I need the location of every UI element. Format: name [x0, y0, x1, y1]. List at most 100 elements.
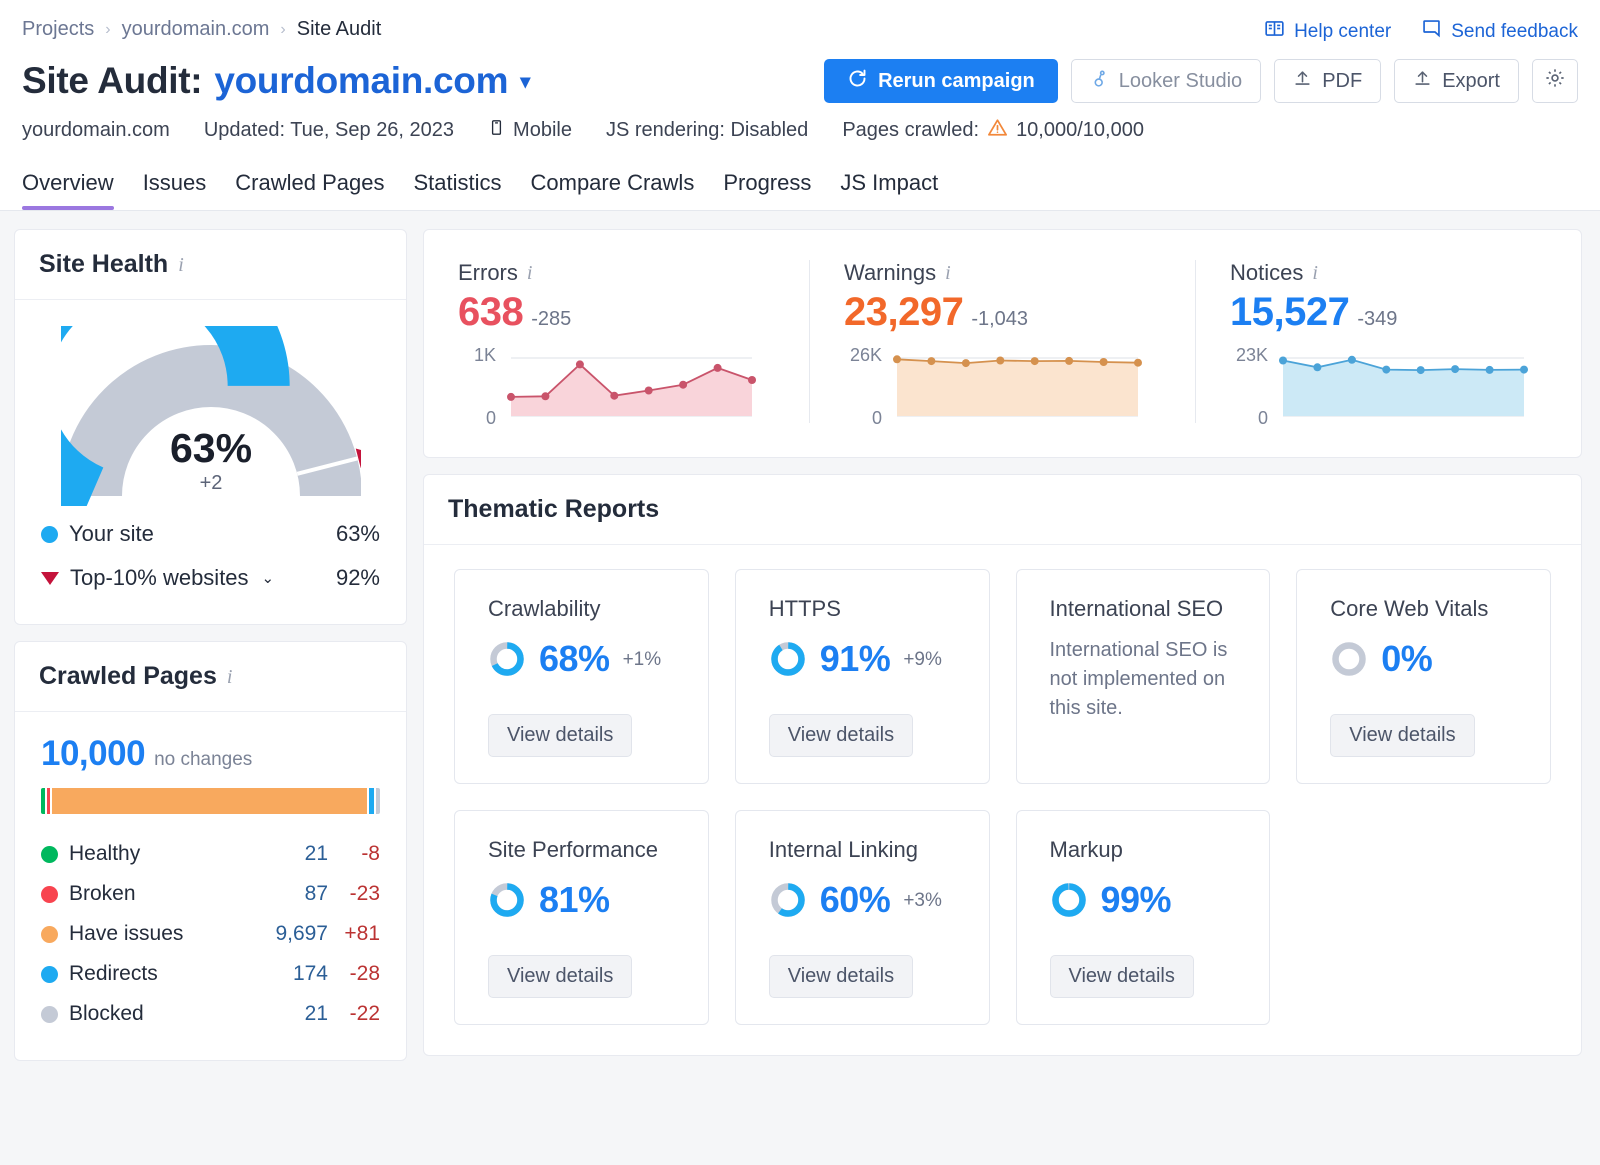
issue-stats-card: Errors i 638 -285 1K 0 Warnings i 23,297 -1,04…	[423, 229, 1582, 458]
crawled-pages-row-delta: +81	[344, 922, 380, 945]
tab-statistics[interactable]: Statistics	[413, 162, 501, 210]
help-center-link[interactable]: Help center	[1264, 18, 1391, 45]
crawled-pages-row[interactable]: Broken 87 -23	[41, 874, 380, 914]
donut-progress-icon	[1332, 642, 1366, 676]
site-health-legend-value: 92%	[335, 565, 380, 590]
stat-value: 15,527	[1230, 290, 1350, 334]
view-details-button[interactable]: View details	[768, 714, 914, 757]
distribution-segment-broken[interactable]	[46, 788, 51, 814]
sparkline-y-axis: 1K 0	[458, 345, 504, 428]
thematic-card-score: 81%	[488, 879, 675, 921]
svg-text:63%: 63%	[169, 425, 251, 471]
thematic-card-score: 60% +3%	[769, 879, 956, 921]
info-icon[interactable]: i	[227, 667, 233, 687]
distribution-segment-redirects[interactable]	[368, 788, 375, 814]
view-details-button[interactable]: View details	[488, 955, 633, 998]
rerun-campaign-button[interactable]: Rerun campaign	[824, 59, 1058, 103]
meta-pages-crawled-label: Pages crawled:	[842, 119, 980, 141]
site-health-card: Site Health i 63% +2 Your site 63% Top-1…	[14, 229, 407, 625]
legend-dot-icon	[41, 1005, 58, 1023]
crawled-pages-row[interactable]: Redirects 174 -28	[41, 954, 380, 994]
page-title-domain[interactable]: yourdomain.com	[214, 60, 508, 102]
main-content: Site Health i 63% +2 Your site 63% Top-1…	[0, 211, 1600, 1061]
stat-delta: -285	[531, 308, 572, 330]
tab-crawled-pages[interactable]: Crawled Pages	[235, 162, 384, 210]
donut-progress-icon	[771, 883, 805, 917]
looker-studio-icon	[1090, 68, 1109, 95]
thematic-card-title: Markup	[1049, 837, 1123, 862]
sparkline-svg	[507, 357, 756, 417]
distribution-segment-have-issues[interactable]	[52, 788, 367, 814]
gauge-svg: 63% +2	[60, 326, 361, 506]
mobile-icon	[488, 117, 505, 144]
pdf-button[interactable]: PDF	[1274, 59, 1382, 103]
crawled-pages-row[interactable]: Have issues 9,697 +81	[41, 914, 380, 954]
site-audit-page: Projects › yourdomain.com › Site Audit Help …	[0, 0, 1600, 1165]
sparkline-y-min: 0	[485, 408, 496, 428]
thematic-card-title: Core Web Vitals	[1330, 596, 1489, 621]
info-icon[interactable]: i	[527, 263, 533, 283]
chevron-down-icon[interactable]: ▾	[520, 69, 530, 94]
chevron-down-icon[interactable]: ⌄	[262, 569, 275, 587]
thematic-card-title: HTTPS	[768, 596, 841, 621]
export-label: Export	[1442, 69, 1500, 92]
settings-button[interactable]	[1532, 59, 1578, 103]
thematic-card-delta: +1%	[622, 649, 662, 670]
thematic-reports-card: Thematic Reports Crawlability 68% +1% View…	[423, 474, 1582, 1056]
thematic-card-crawlability: Crawlability 68% +1% View details	[454, 569, 709, 784]
site-health-legend: Your site 63% Top-10% websites ⌄ 92%	[15, 512, 406, 624]
meta-device: Mobile	[488, 117, 572, 144]
view-details-button[interactable]: View details	[1330, 714, 1475, 757]
legend-dot-icon	[41, 885, 58, 903]
tab-js-impact[interactable]: JS Impact	[840, 162, 938, 210]
view-details-button[interactable]: View details	[488, 714, 633, 757]
tab-bar: Overview Issues Crawled Pages Statistics Com…	[0, 162, 1600, 211]
breadcrumb-item-yourdomain-com[interactable]: yourdomain.com	[122, 18, 270, 41]
stat-sparkline: 1K 0	[458, 345, 775, 428]
thematic-card-percent: 99%	[1100, 879, 1172, 920]
thematic-card-title: Crawlability	[488, 596, 601, 621]
thematic-reports-title: Thematic Reports	[448, 495, 660, 523]
thematic-card-percent: 81%	[539, 879, 610, 920]
tab-compare-crawls[interactable]: Compare Crawls	[531, 162, 695, 210]
view-details-button[interactable]: View details	[1049, 955, 1194, 998]
crawled-pages-row-value: 87	[304, 882, 328, 905]
crawled-pages-row-value: 21	[304, 842, 328, 865]
stat-sparkline: 23K 0	[1230, 345, 1547, 428]
upload-icon	[1413, 69, 1432, 94]
site-health-legend-row[interactable]: Top-10% websites ⌄ 92%	[41, 556, 380, 600]
thematic-card-score: 99%	[1050, 879, 1237, 921]
info-icon[interactable]: i	[1312, 263, 1318, 283]
info-icon[interactable]: i	[178, 255, 184, 275]
distribution-segment-blocked[interactable]	[376, 788, 380, 814]
info-icon[interactable]: i	[945, 263, 951, 283]
tab-progress[interactable]: Progress	[723, 162, 811, 210]
crawled-pages-title: Crawled Pages	[39, 662, 217, 690]
crawled-pages-row[interactable]: Healthy 21 -8	[41, 834, 380, 874]
legend-dot-icon	[41, 525, 58, 543]
crawled-pages-row-label: Broken	[69, 882, 136, 905]
export-button[interactable]: Export	[1394, 59, 1519, 103]
warning-triangle-icon	[987, 118, 1008, 143]
breadcrumb-item-projects[interactable]: Projects	[22, 18, 94, 41]
tab-overview[interactable]: Overview	[22, 162, 114, 210]
crawled-pages-row[interactable]: Blocked 21 -22	[41, 994, 380, 1034]
thematic-reports-grid: Crawlability 68% +1% View details HTTPS 91%…	[424, 545, 1581, 1055]
sparkline-y-axis: 23K 0	[1230, 345, 1276, 428]
header-actions: Rerun campaign Looker Studio PDF Export	[824, 59, 1578, 103]
crawled-pages-distribution-bar	[41, 788, 380, 814]
meta-device-label: Mobile	[513, 119, 572, 141]
distribution-segment-healthy[interactable]	[41, 788, 45, 814]
meta-row: yourdomain.com Updated: Tue, Sep 26, 202…	[22, 117, 1578, 162]
thematic-card-percent: 91%	[819, 638, 891, 679]
breadcrumb-separator: ›	[105, 20, 111, 38]
refresh-icon	[847, 68, 868, 95]
help-center-label: Help center	[1294, 20, 1392, 42]
view-details-button[interactable]: View details	[768, 955, 914, 998]
looker-studio-button[interactable]: Looker Studio	[1070, 59, 1262, 103]
donut-progress-icon	[771, 642, 805, 676]
legend-dot-icon	[41, 925, 58, 943]
tab-issues[interactable]: Issues	[143, 162, 207, 210]
crawled-pages-body: 10,000 no changes Healthy 21 -8 Broken 87 -23…	[15, 712, 406, 1060]
send-feedback-link[interactable]: Send feedback	[1421, 18, 1578, 45]
